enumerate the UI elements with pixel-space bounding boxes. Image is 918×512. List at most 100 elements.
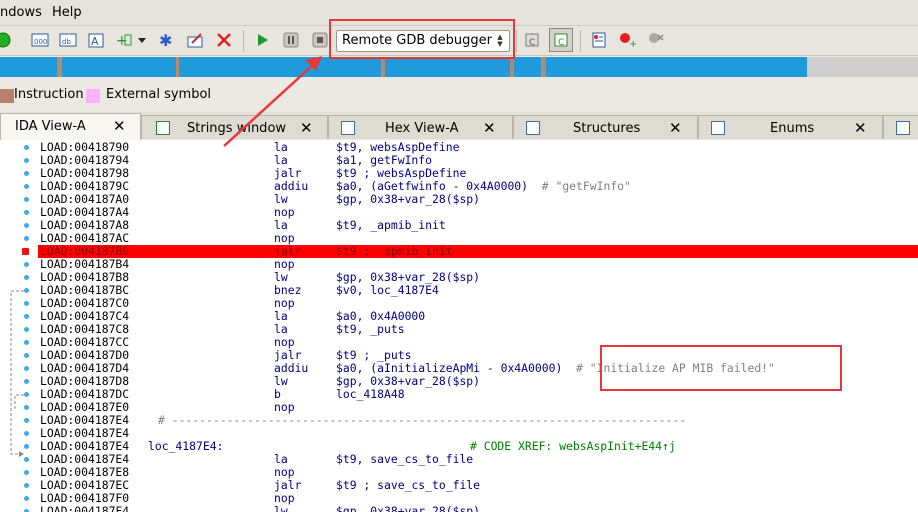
struct-plus-icon[interactable]: + — [113, 29, 135, 51]
disasm-line[interactable]: LOAD:004187AC nop — [38, 232, 918, 245]
breakpoint-marker[interactable] — [22, 248, 29, 255]
svg-text:000: 000 — [34, 38, 47, 46]
gutter-dot[interactable] — [24, 158, 29, 163]
disasm-operands: $gp, 0x38+var_28($sp) — [336, 192, 481, 206]
step-into-icon[interactable]: C — [549, 28, 573, 52]
close-icon[interactable]: ✕ — [483, 119, 496, 137]
hex-icon — [341, 121, 355, 135]
gutter-dot[interactable] — [24, 340, 29, 345]
dropdown-arrow-icon[interactable] — [135, 29, 149, 51]
disasm-separator: # --------------------------------------… — [158, 413, 687, 427]
gutter-dot[interactable] — [24, 379, 29, 384]
gutter-dot[interactable] — [24, 301, 29, 306]
navigation-band-code — [0, 57, 807, 77]
tab-strings-window[interactable]: Strings window ✕ — [141, 115, 328, 139]
disasm-line[interactable]: LOAD:004187E4 # -------------------------… — [38, 414, 918, 427]
disasm-address: LOAD:004187F4 — [40, 504, 130, 512]
disasm-line[interactable]: LOAD:004187F4 lw $gp, 0x38+var_28($sp) — [38, 505, 918, 512]
gutter-dot[interactable] — [24, 444, 29, 449]
gutter-dot[interactable] — [24, 223, 29, 228]
stop-red-x-icon[interactable] — [213, 29, 235, 51]
gutter-dot[interactable] — [24, 353, 29, 358]
close-icon[interactable]: ✕ — [854, 119, 867, 137]
patch-icon[interactable] — [184, 29, 206, 51]
gutter-dot[interactable] — [24, 457, 29, 462]
play-icon[interactable] — [251, 29, 273, 51]
close-icon[interactable]: ✕ — [300, 119, 313, 137]
svg-text:A: A — [91, 35, 99, 48]
enum-icon[interactable]: ✱ — [155, 29, 177, 51]
disasm-line[interactable]: LOAD:004187A0 lw $gp, 0x38+var_28($sp) — [38, 193, 918, 206]
tab-hex-view-a[interactable]: Hex View-A ✕ — [328, 115, 513, 139]
tab-label: Enums — [770, 121, 815, 136]
tab-label: Strings window — [187, 121, 287, 136]
tab-structures[interactable]: Structures ✕ — [513, 115, 698, 139]
stop-icon[interactable] — [309, 29, 331, 51]
breakpoint-list-icon[interactable] — [588, 29, 610, 51]
gutter-dot[interactable] — [24, 366, 29, 371]
disasm-line[interactable]: LOAD:004187C0 nop — [38, 297, 918, 310]
annotation-box-message — [600, 345, 842, 391]
gutter-dot[interactable] — [24, 197, 29, 202]
disasm-line[interactable]: LOAD:004187BC bnez $v0, loc_4187E4 — [38, 284, 918, 297]
disasm-line[interactable]: LOAD:004187A8 la $t9, _apmib_init — [38, 219, 918, 232]
disasm-xref-comment: # CODE XREF: websAspInit+E44↑j — [470, 439, 676, 453]
gutter-dot[interactable] — [24, 184, 29, 189]
close-icon[interactable]: ✕ — [669, 119, 682, 137]
disasm-line[interactable]: LOAD:004187C8 la $t9, _puts — [38, 323, 918, 336]
gutter-dot[interactable] — [24, 314, 29, 319]
gutter-dot[interactable] — [24, 236, 29, 241]
code-icon[interactable]: 000 — [29, 29, 51, 51]
tab-enums[interactable]: Enums ✕ — [698, 115, 883, 139]
disasm-comment: # "getFwInfo" — [528, 179, 631, 193]
disasm-line[interactable]: LOAD:00418790 la $t9, websAspDefine — [38, 141, 918, 154]
gutter-dot[interactable] — [24, 327, 29, 332]
svg-text:C: C — [529, 38, 535, 48]
legend-swatch-external-symbol — [86, 89, 100, 103]
branch-arrows — [10, 290, 24, 457]
disasm-mnemonic: lw — [274, 504, 288, 512]
tab-bar: IDA View-A ✕ Strings window ✕ Hex View-A… — [0, 112, 918, 140]
navigation-band-marker — [57, 57, 62, 77]
disasm-operands: loc_418A48 — [336, 387, 405, 401]
legend-label-instruction: Instruction — [14, 87, 84, 102]
data-icon[interactable]: db — [57, 29, 79, 51]
gutter-dot[interactable] — [24, 483, 29, 488]
menu-help[interactable]: Help — [52, 5, 82, 20]
gutter-dot[interactable] — [24, 145, 29, 150]
gutter-dot[interactable] — [24, 171, 29, 176]
disasm-line[interactable]: LOAD:004187C4 la $a0, 0x4A0000 — [38, 310, 918, 323]
gutter-dot[interactable] — [24, 470, 29, 475]
close-icon[interactable]: ✕ — [113, 117, 126, 135]
navigation-band[interactable] — [0, 57, 918, 77]
disasm-line[interactable]: LOAD:00418794 la $a1, getFwInfo — [38, 154, 918, 167]
detach-icon[interactable] — [645, 29, 667, 51]
disasm-line[interactable]: LOAD:004187E4 loc_4187E4: # CODE XREF: web… — [38, 440, 918, 453]
add-breakpoint-icon[interactable]: + — [616, 29, 638, 51]
disasm-line-breakpoint[interactable]: LOAD:004187B0 jalr $t9 ; _apmib_init — [38, 245, 918, 258]
disasm-line[interactable]: LOAD:004187E4 la $t9, save_cs_to_file — [38, 453, 918, 466]
gutter-dot[interactable] — [24, 275, 29, 280]
disasm-operands: $t9 ; _apmib_init — [336, 244, 453, 258]
pause-icon[interactable] — [280, 29, 302, 51]
gutter-dot[interactable] — [24, 392, 29, 397]
menu-windows[interactable]: ndows — [0, 5, 42, 20]
disassembly-view[interactable]: LOAD:00418790 la $t9, websAspDefine LOAD:00… — [0, 140, 918, 512]
gutter-dot[interactable] — [24, 496, 29, 501]
navigation-band-unexplored — [807, 57, 918, 77]
gutter-dot[interactable] — [24, 405, 29, 410]
attach-icon[interactable]: C — [521, 29, 543, 51]
disasm-line[interactable]: LOAD:004187B8 lw $gp, 0x38+var_28($sp) — [38, 271, 918, 284]
disasm-line[interactable]: LOAD:004187A4 nop — [38, 206, 918, 219]
disasm-operands: $t9, _puts — [336, 322, 405, 336]
tab-ida-view-a[interactable]: IDA View-A ✕ — [0, 113, 141, 140]
tab-more[interactable] — [883, 115, 918, 139]
gutter-dot[interactable] — [24, 210, 29, 215]
green-circle-icon[interactable] — [0, 29, 14, 51]
gutter-dot[interactable] — [24, 288, 29, 293]
disasm-line[interactable]: LOAD:004187EC jalr $t9 ; save_cs_to_file — [38, 479, 918, 492]
gutter-dot[interactable] — [24, 418, 29, 423]
gutter-dot[interactable] — [24, 431, 29, 436]
string-icon[interactable]: A — [85, 29, 107, 51]
gutter-dot[interactable] — [24, 262, 29, 267]
